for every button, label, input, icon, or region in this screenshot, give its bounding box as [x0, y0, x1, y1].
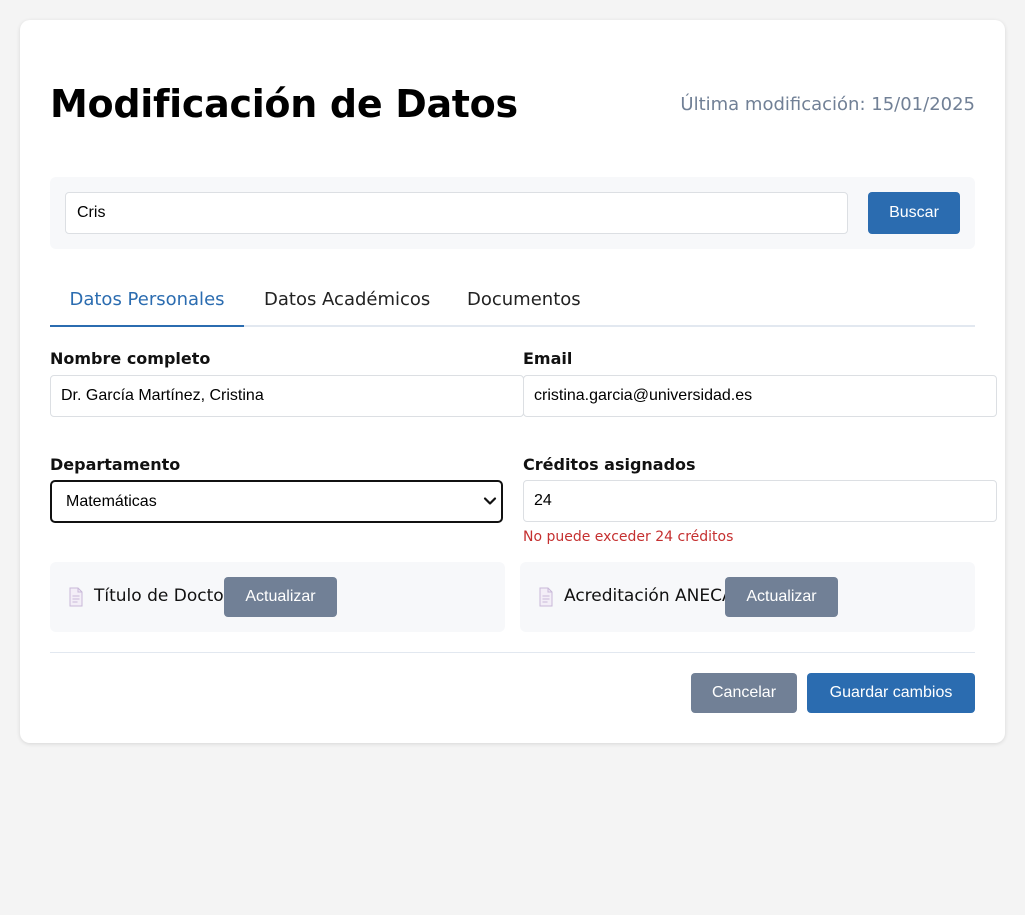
tab-datos-academicos[interactable]: Datos Académicos [264, 275, 430, 327]
department-label: Departamento [50, 455, 181, 474]
document-label: Acreditación ANECA [564, 586, 734, 606]
update-titulo-doctor-button[interactable]: Actualizar [224, 577, 337, 617]
search-button[interactable]: Buscar [868, 192, 960, 234]
credits-field[interactable] [523, 480, 997, 522]
cancel-button[interactable]: Cancelar [691, 673, 797, 713]
search-bar: Buscar [50, 177, 975, 249]
department-selected-value: Matemáticas [66, 493, 157, 510]
document-card-acreditacion-aneca: Acreditación ANECA Actualizar [520, 562, 975, 632]
divider [50, 652, 975, 653]
tab-datos-personales[interactable]: Datos Personales [50, 275, 244, 327]
save-changes-button[interactable]: Guardar cambios [807, 673, 975, 713]
update-acreditacion-aneca-button[interactable]: Actualizar [725, 577, 838, 617]
document-label: Título de Doctor [94, 586, 231, 606]
department-select[interactable]: Matemáticas [50, 480, 503, 523]
email-label: Email [523, 349, 573, 368]
document-card-titulo-doctor: Título de Doctor Actualizar [50, 562, 505, 632]
full-name-field[interactable] [50, 375, 524, 417]
last-modified-text: Última modificación: 15/01/2025 [680, 94, 975, 115]
edit-data-card: Modificación de Datos Última modificació… [20, 20, 1005, 743]
credits-error-text: No puede exceder 24 créditos [523, 529, 734, 545]
email-field[interactable] [523, 375, 997, 417]
document-icon [539, 587, 553, 607]
tab-documentos[interactable]: Documentos [467, 275, 581, 327]
chevron-down-icon [483, 497, 497, 505]
full-name-label: Nombre completo [50, 349, 211, 368]
document-icon [69, 587, 83, 607]
tab-bar: Datos Personales Datos Académicos Docume… [50, 275, 975, 327]
credits-label: Créditos asignados [523, 455, 696, 474]
search-input[interactable] [65, 192, 848, 234]
page-title: Modificación de Datos [50, 82, 518, 126]
